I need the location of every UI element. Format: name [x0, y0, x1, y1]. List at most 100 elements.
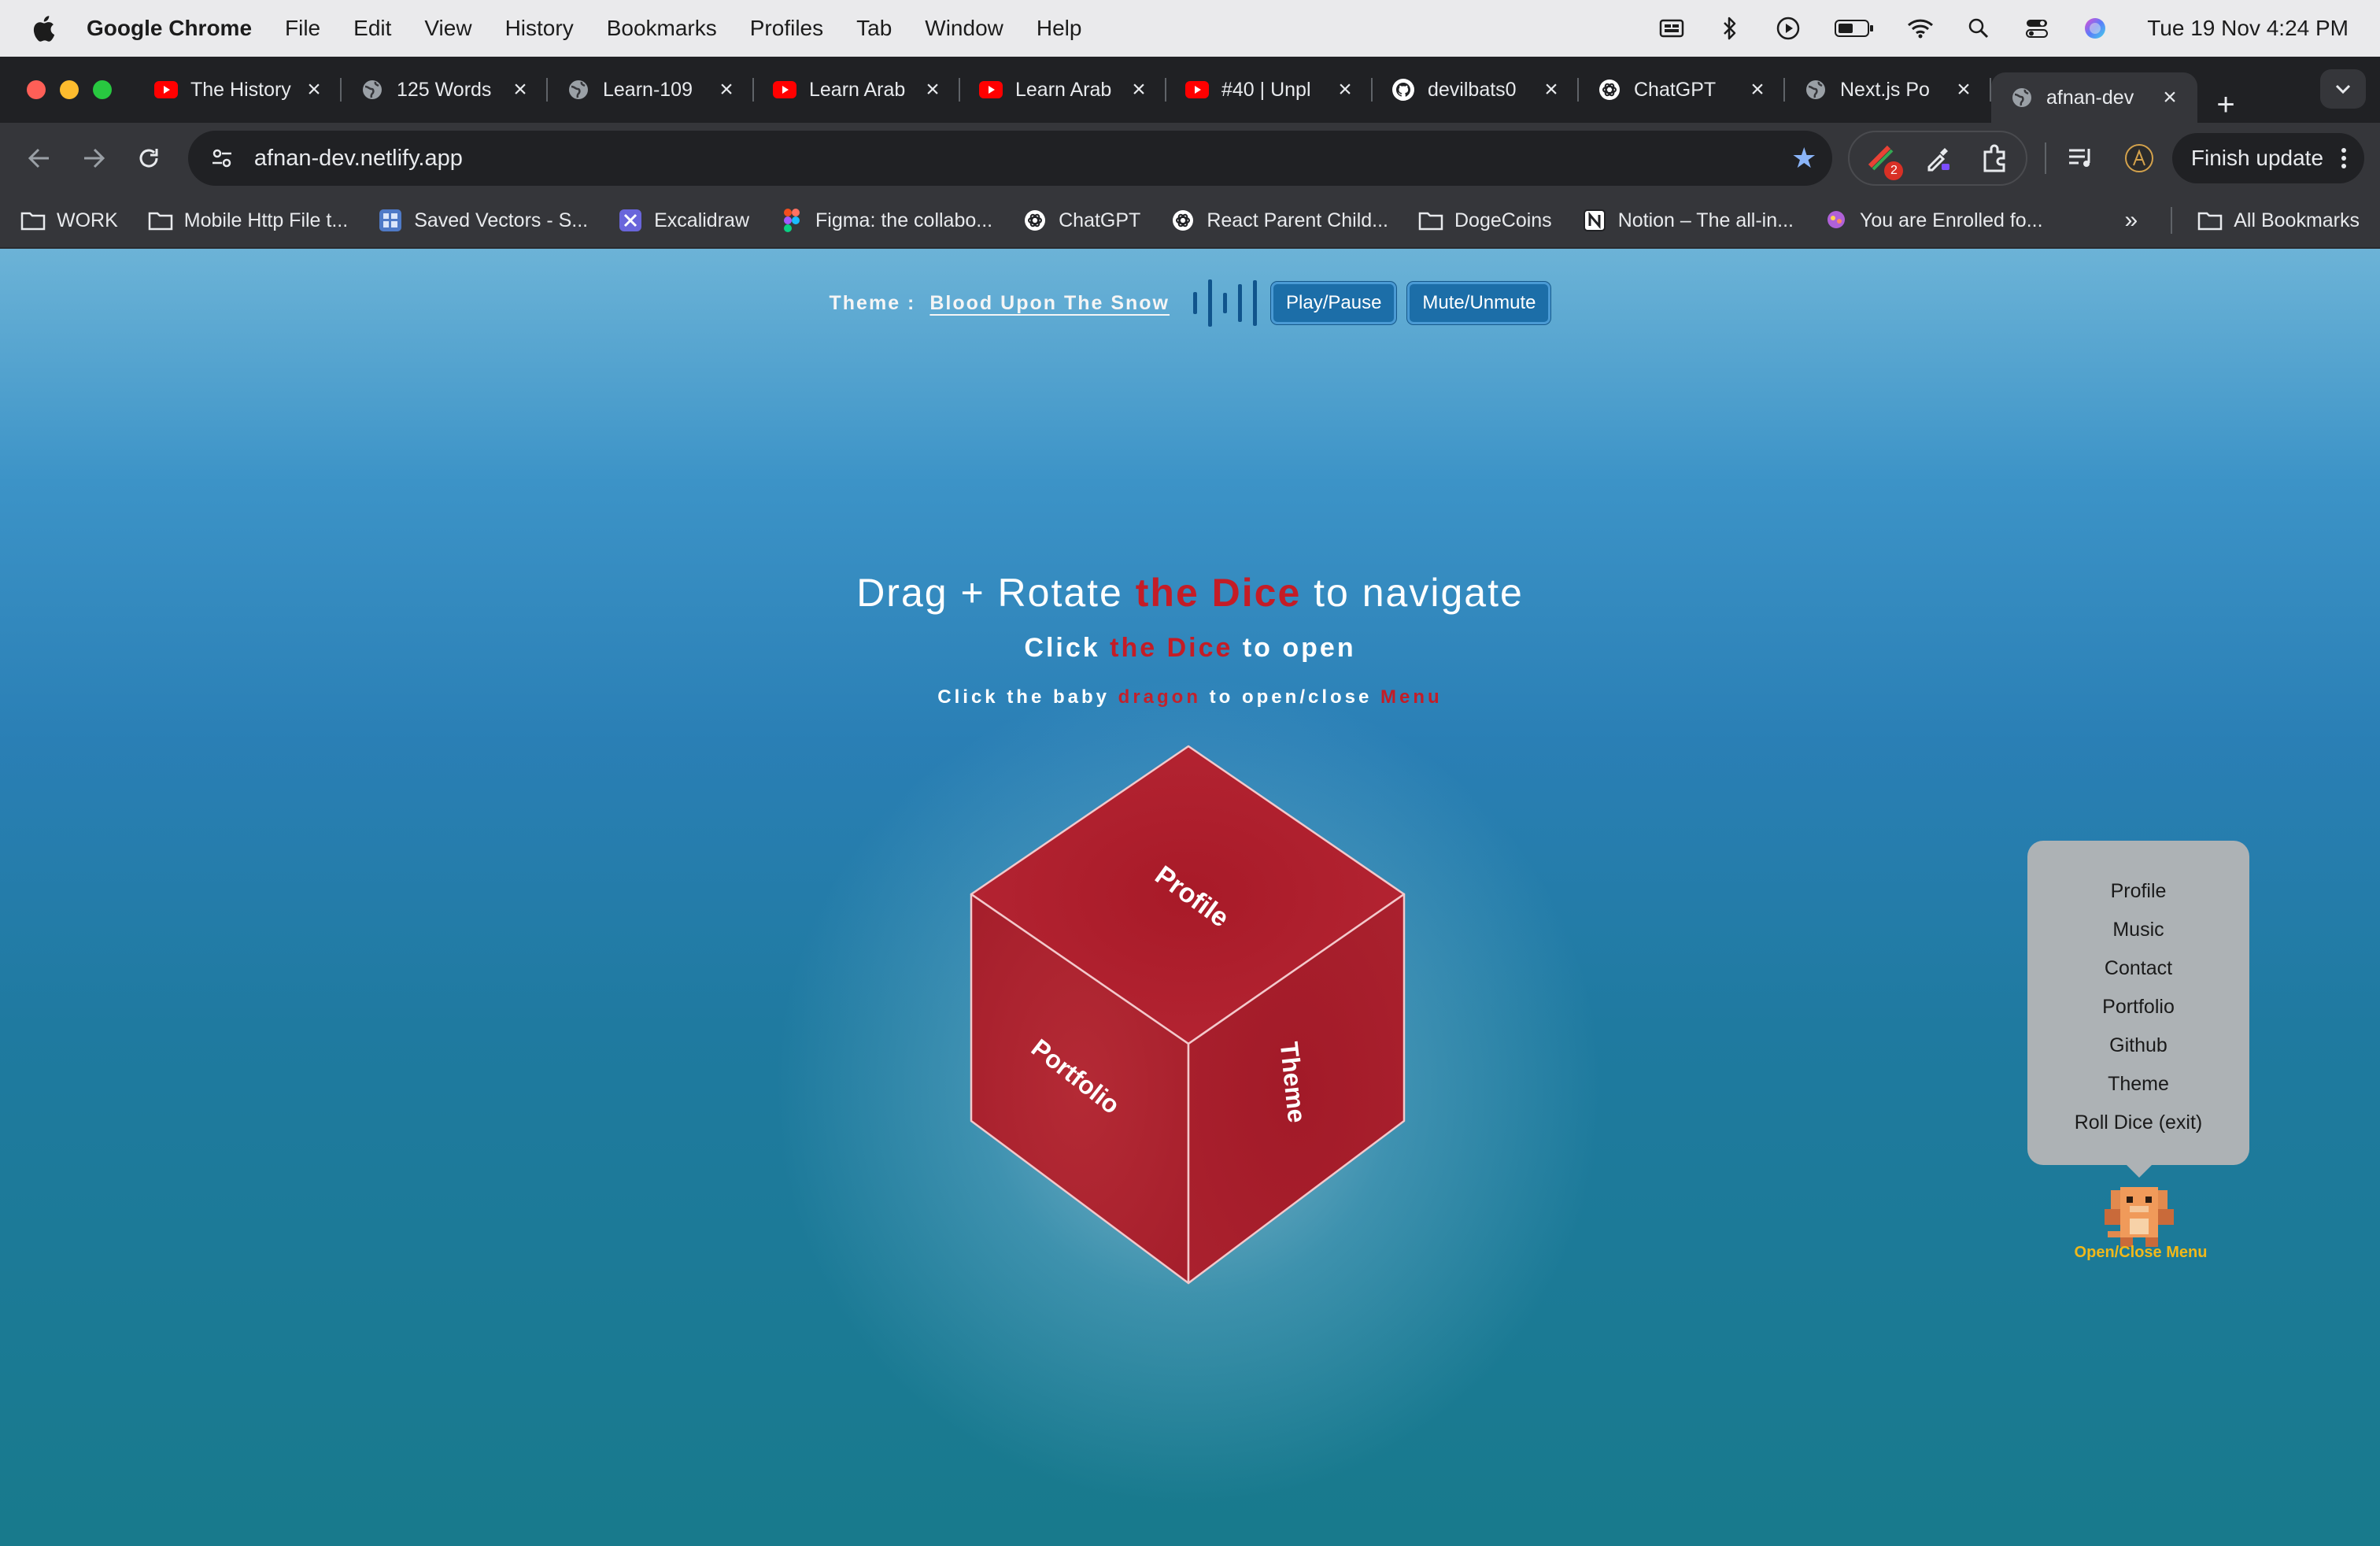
dragon-menu-popup: Profile Music Contact Portfolio Github T… — [2027, 841, 2249, 1178]
menu-item-roll-dice-exit[interactable]: Roll Dice (exit) — [2027, 1104, 2249, 1142]
bookmark-react-parent[interactable]: React Parent Child... — [1170, 208, 1388, 233]
extensions-puzzle-icon[interactable] — [1977, 141, 2012, 176]
menu-item-profile[interactable]: Profile — [2027, 872, 2249, 911]
tab-nextjs-po[interactable]: Next.js Po × — [1785, 65, 1991, 114]
close-tab-icon[interactable]: × — [2160, 84, 2180, 111]
close-tab-icon[interactable]: × — [716, 76, 737, 103]
tab-title: afnan-dev — [2046, 86, 2134, 109]
site-info-icon[interactable] — [205, 142, 238, 175]
close-tab-icon[interactable]: × — [1953, 76, 1974, 103]
zoom-window-button[interactable] — [93, 80, 112, 99]
media-control-icon[interactable] — [2064, 141, 2098, 176]
menu-item-music[interactable]: Music — [2027, 911, 2249, 949]
tab-learn-arab-1[interactable]: Learn Arab × — [754, 65, 960, 114]
new-tab-button[interactable]: + — [2202, 87, 2249, 123]
bookmark-star-icon[interactable]: ★ — [1791, 142, 1816, 175]
folder-icon — [148, 208, 173, 233]
tab-learn-109[interactable]: Learn-109 × — [548, 65, 754, 114]
menu-item-github[interactable]: Github — [2027, 1026, 2249, 1065]
mute-unmute-button[interactable]: Mute/Unmute — [1407, 282, 1551, 324]
tab-afnan-dev[interactable]: afnan-dev × — [1991, 72, 2197, 123]
spotlight-search-icon[interactable] — [1964, 14, 1993, 43]
reload-button[interactable] — [125, 135, 172, 182]
tab-125-words[interactable]: 125 Words × — [342, 65, 548, 114]
baby-dragon-icon[interactable] — [2101, 1181, 2177, 1247]
bookmark-enrolled[interactable]: You are Enrolled fo... — [1824, 208, 2043, 233]
tab-40-unpl[interactable]: #40 | Unpl × — [1166, 65, 1373, 114]
menu-item-portfolio[interactable]: Portfolio — [2027, 988, 2249, 1026]
control-center-icon[interactable] — [2023, 14, 2051, 43]
close-tab-icon[interactable]: × — [510, 76, 530, 103]
tab-learn-arab-2[interactable]: Learn Arab × — [960, 65, 1166, 114]
bookmark-label: ChatGPT — [1059, 209, 1141, 231]
figma-icon — [779, 208, 804, 233]
all-bookmarks-button[interactable]: All Bookmarks — [2197, 208, 2360, 233]
close-window-button[interactable] — [27, 80, 46, 99]
tab-search-button[interactable] — [2320, 69, 2366, 109]
play-pause-button[interactable]: Play/Pause — [1271, 282, 1397, 324]
menu-profiles[interactable]: Profiles — [750, 16, 823, 41]
bookmark-work[interactable]: WORK — [20, 208, 118, 233]
close-tab-icon[interactable]: × — [1129, 76, 1149, 103]
bluetooth-icon[interactable] — [1716, 14, 1744, 43]
theme-label: Theme : — [829, 291, 916, 314]
menu-file[interactable]: File — [285, 16, 320, 41]
more-bookmarks-icon[interactable]: » — [2125, 207, 2138, 234]
menu-window[interactable]: Window — [925, 16, 1003, 41]
display-icon[interactable] — [1658, 14, 1686, 43]
sub2-highlight-menu: Menu — [1380, 686, 1443, 708]
headline: Drag + Rotate the Dice to navigate — [0, 570, 2380, 616]
close-tab-icon[interactable]: × — [1541, 76, 1561, 103]
play-icon[interactable] — [1774, 14, 1802, 43]
headline-text-end: to navigate — [1301, 571, 1524, 615]
tab-devilbats[interactable]: devilbats0 × — [1373, 65, 1579, 114]
forward-button[interactable] — [71, 135, 118, 182]
menu-tab[interactable]: Tab — [856, 16, 892, 41]
url-text[interactable]: afnan-dev.netlify.app — [254, 146, 1791, 172]
bookmark-excalidraw[interactable]: Excalidraw — [618, 208, 749, 233]
bookmark-mobile-http[interactable]: Mobile Http File t... — [148, 208, 348, 233]
bookmark-dogecoins[interactable]: DogeCoins — [1418, 208, 1552, 233]
menu-help[interactable]: Help — [1037, 16, 1082, 41]
menu-app-name[interactable]: Google Chrome — [87, 16, 252, 41]
tab-list: The History × 125 Words × Learn-109 × Le… — [135, 57, 2197, 123]
open-close-menu-label[interactable]: Open/Close Menu — [2046, 1244, 2235, 1262]
close-tab-icon[interactable]: × — [922, 76, 943, 103]
close-tab-icon[interactable]: × — [1747, 76, 1768, 103]
excalidraw-icon — [618, 208, 643, 233]
chatgpt-icon — [1170, 208, 1196, 233]
tab-title: Learn-109 — [603, 78, 693, 101]
menubar-clock[interactable]: Tue 19 Nov 4:24 PM — [2147, 16, 2349, 41]
tab-chatgpt[interactable]: ChatGPT × — [1579, 65, 1785, 114]
chevron-down-icon — [2335, 84, 2351, 94]
tab-the-history[interactable]: The History × — [135, 65, 342, 114]
menu-item-theme[interactable]: Theme — [2027, 1065, 2249, 1104]
menu-view[interactable]: View — [424, 16, 471, 41]
navigation-dice[interactable]: Profile Portfolio Theme — [960, 737, 1417, 1288]
extension-red-icon[interactable]: 2 — [1864, 141, 1904, 180]
wifi-icon[interactable] — [1906, 14, 1935, 43]
menu-item-contact[interactable]: Contact — [2027, 949, 2249, 988]
close-tab-icon[interactable]: × — [304, 76, 324, 103]
browser-toolbar: afnan-dev.netlify.app ★ 2 Finish update — [0, 123, 2380, 194]
bookmark-chatgpt[interactable]: ChatGPT — [1022, 208, 1140, 233]
close-tab-icon[interactable]: × — [1335, 76, 1355, 103]
profile-avatar-icon[interactable] — [2122, 141, 2156, 176]
eyedropper-icon[interactable] — [1920, 141, 1955, 176]
bookmark-figma[interactable]: Figma: the collabo... — [779, 208, 992, 233]
theme-name-link[interactable]: Blood Upon The Snow — [929, 292, 1170, 315]
menu-history[interactable]: History — [505, 16, 574, 41]
back-button[interactable] — [16, 135, 63, 182]
minimize-window-button[interactable] — [60, 80, 79, 99]
theme-bar: Theme : Blood Upon The Snow Play/Pause M… — [0, 276, 2380, 331]
menu-edit[interactable]: Edit — [353, 16, 391, 41]
finish-update-button[interactable]: Finish update — [2171, 133, 2365, 183]
bookmark-saved-vectors[interactable]: Saved Vectors - S... — [378, 208, 588, 233]
menu-bookmarks[interactable]: Bookmarks — [607, 16, 717, 41]
battery-icon[interactable] — [1832, 14, 1876, 43]
tab-title: ChatGPT — [1634, 78, 1717, 101]
apple-icon[interactable] — [31, 13, 58, 44]
address-bar[interactable]: afnan-dev.netlify.app ★ — [187, 131, 1833, 186]
siri-icon[interactable] — [2081, 14, 2109, 43]
bookmark-notion[interactable]: Notion – The all-in... — [1582, 208, 1794, 233]
